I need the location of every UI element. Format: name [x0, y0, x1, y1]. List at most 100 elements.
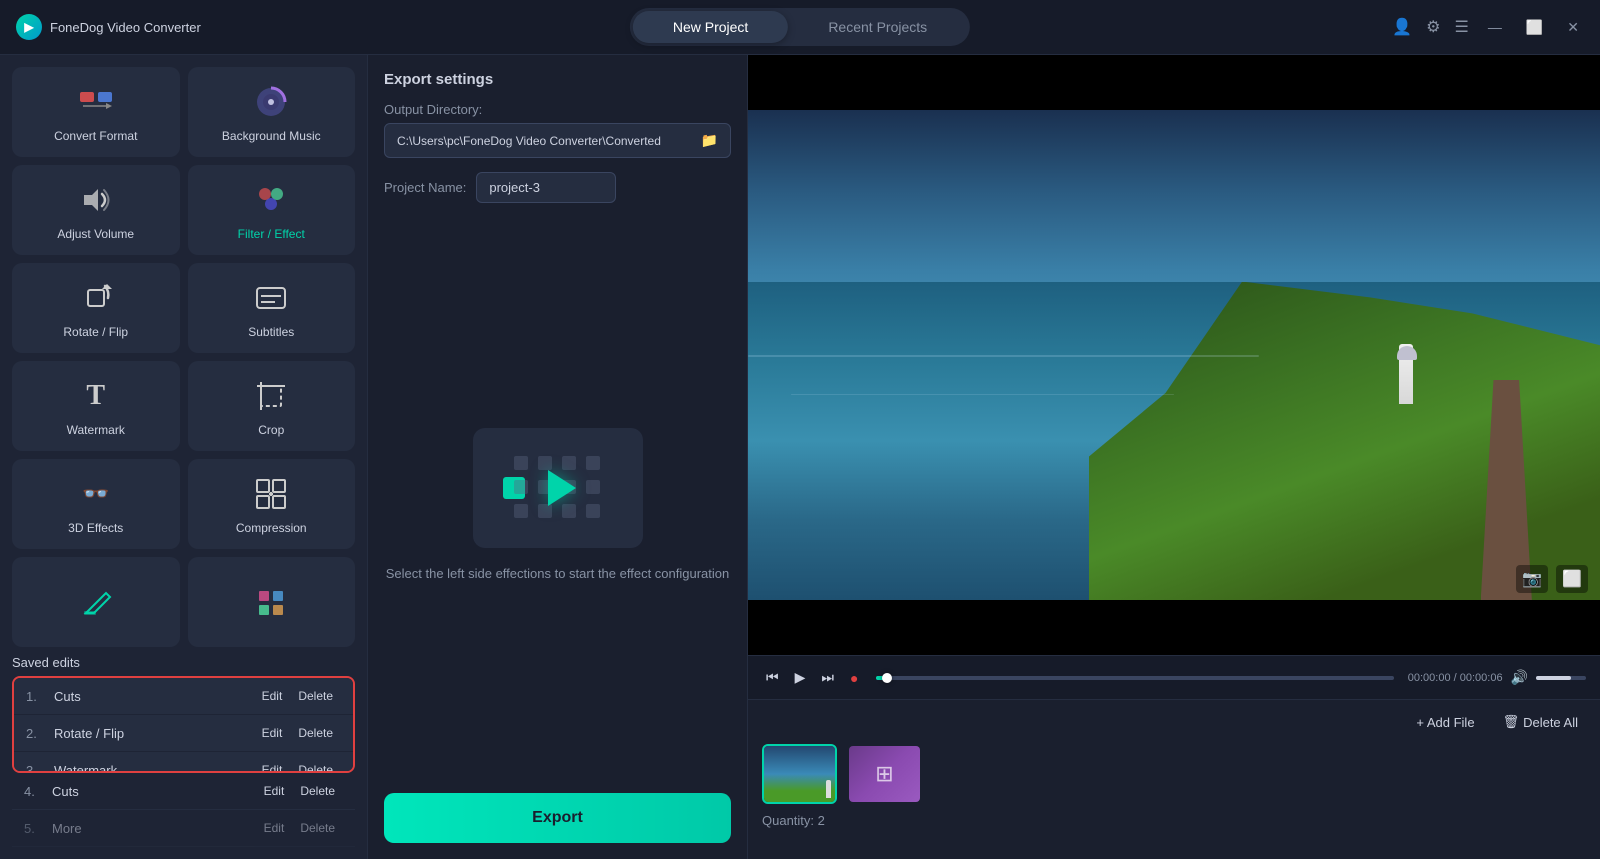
nav-tabs: New Project Recent Projects	[630, 8, 970, 46]
tool-adjust-volume[interactable]: Adjust Volume	[12, 165, 180, 255]
delete-all-button[interactable]: 🗑 Delete All	[1495, 710, 1586, 734]
project-name-input[interactable]	[476, 172, 616, 203]
tool-compression[interactable]: Compression	[188, 459, 356, 549]
tool-11[interactable]	[12, 557, 180, 647]
skip-back-button[interactable]: ⏮	[762, 665, 783, 690]
saved-edit-item-1: 1. Cuts Edit Delete	[14, 678, 353, 715]
main-layout: Convert Format Background Music	[0, 55, 1600, 859]
video-content	[748, 110, 1600, 600]
fullscreen-button[interactable]: ⬜	[1556, 565, 1588, 593]
thumbnail-2[interactable]: ⊞	[847, 744, 922, 804]
maximize-button[interactable]: ⬜	[1521, 17, 1548, 38]
convert-format-label: Convert Format	[54, 129, 137, 143]
video-controls-bar: ⏮ ▶ ⏭ ● 00:00:00 / 00:00:06 🔊	[748, 655, 1600, 699]
edit-btn-4[interactable]: Edit	[256, 782, 293, 800]
edit-name-5: More	[52, 821, 256, 836]
progress-bar[interactable]	[876, 676, 1393, 680]
tool-convert-format[interactable]: Convert Format	[12, 67, 180, 157]
crop-label: Crop	[258, 423, 284, 437]
edit-number-5: 5.	[24, 821, 44, 836]
3d-effects-icon: 👓	[77, 475, 115, 513]
add-file-button[interactable]: + Add File	[1408, 711, 1482, 734]
rotate-flip-icon	[77, 279, 115, 317]
skip-forward-button[interactable]: ⏭	[817, 665, 838, 690]
watermark-label: Watermark	[67, 423, 125, 437]
edit-btn-1[interactable]: Edit	[254, 687, 291, 705]
tool-12-icon	[252, 584, 290, 622]
compression-icon	[252, 475, 290, 513]
tool-12[interactable]	[188, 557, 356, 647]
edit-btn-2[interactable]: Edit	[254, 724, 291, 742]
compression-label: Compression	[236, 521, 307, 535]
record-button[interactable]: ●	[846, 666, 862, 690]
title-bar-actions: 👤 ⚙ ☰ — ⬜ ✕	[1392, 17, 1584, 38]
time-display: 00:00:00 / 00:00:06	[1408, 672, 1503, 684]
thumbnail-1[interactable]	[762, 744, 837, 804]
tool-3d-effects[interactable]: 👓 3D Effects	[12, 459, 180, 549]
water-highlight-1	[748, 355, 1259, 357]
app-logo-icon: ▶	[16, 14, 42, 40]
folder-browse-icon[interactable]: 📁	[701, 132, 718, 149]
tool-11-icon	[77, 584, 115, 622]
quantity-area: Quantity: 2	[762, 812, 1586, 830]
adjust-volume-label: Adjust Volume	[57, 227, 134, 241]
play-button[interactable]: ▶	[791, 665, 810, 690]
effect-placeholder-text: Select the left side effections to start…	[386, 564, 730, 584]
output-path-field[interactable]: C:\Users\pc\FoneDog Video Converter\Conv…	[384, 123, 731, 158]
tab-recent-projects[interactable]: Recent Projects	[788, 11, 967, 43]
delete-all-label: Delete All	[1523, 715, 1578, 730]
user-icon[interactable]: 👤	[1392, 17, 1412, 37]
saved-edits-title: Saved edits	[12, 655, 355, 670]
delete-btn-5[interactable]: Delete	[292, 819, 343, 837]
edit-name-1: Cuts	[54, 689, 254, 704]
crop-icon	[252, 377, 290, 415]
edit-btn-3[interactable]: Edit	[254, 761, 291, 773]
close-button[interactable]: ✕	[1562, 17, 1584, 38]
delete-btn-3[interactable]: Delete	[290, 761, 341, 773]
saved-edits-list: 1. Cuts Edit Delete 2. Rotate / Flip Edi…	[12, 676, 355, 773]
preview-overlay-controls: 📷 ⬜	[1516, 565, 1588, 593]
edit-btn-5[interactable]: Edit	[256, 819, 293, 837]
delete-btn-1[interactable]: Delete	[290, 687, 341, 705]
subtitles-icon	[252, 279, 290, 317]
snapshot-button[interactable]: 📷	[1516, 565, 1548, 593]
volume-icon[interactable]: 🔊	[1511, 669, 1528, 686]
edit-name-3: Watermark	[54, 763, 254, 774]
rotate-flip-label: Rotate / Flip	[63, 325, 128, 339]
saved-edit-item-5: 5. More Edit Delete	[12, 810, 355, 847]
letterbox-bottom	[748, 600, 1600, 655]
thumb-1-scene	[764, 746, 835, 802]
minimize-button[interactable]: —	[1483, 17, 1507, 37]
effect-placeholder: Select the left side effections to start…	[384, 219, 731, 793]
delete-btn-2[interactable]: Delete	[290, 724, 341, 742]
background-music-icon	[252, 83, 290, 121]
quantity-label: Quantity: 2	[762, 813, 825, 828]
tool-crop[interactable]: Crop	[188, 361, 356, 451]
file-list-area: + Add File 🗑 Delete All ⊞	[748, 699, 1600, 859]
play-triangle-icon	[548, 470, 576, 506]
saved-edits-section: Saved edits 1. Cuts Edit Delete 2. Rotat…	[12, 655, 355, 847]
tool-watermark[interactable]: T Watermark	[12, 361, 180, 451]
volume-slider[interactable]	[1536, 676, 1586, 680]
title-bar: ▶ FoneDog Video Converter New Project Re…	[0, 0, 1600, 55]
settings-icon[interactable]: ⚙	[1426, 17, 1440, 37]
video-frame: 📷 ⬜	[748, 55, 1600, 655]
delete-btn-4[interactable]: Delete	[292, 782, 343, 800]
file-list-actions: + Add File 🗑 Delete All	[1408, 710, 1586, 734]
tool-subtitles[interactable]: Subtitles	[188, 263, 356, 353]
tab-new-project[interactable]: New Project	[633, 11, 788, 43]
right-panel: 📷 ⬜ ⏮ ▶ ⏭ ● 00:00:00 / 00:00:06 🔊	[748, 55, 1600, 859]
tool-filter-effect[interactable]: Filter / Effect	[188, 165, 356, 255]
menu-icon[interactable]: ☰	[1454, 17, 1468, 37]
app-logo: ▶ FoneDog Video Converter	[16, 14, 201, 40]
output-directory-label: Output Directory:	[384, 102, 731, 117]
export-button[interactable]: Export	[384, 793, 731, 843]
filter-effect-icon	[252, 181, 290, 219]
letterbox-top	[748, 55, 1600, 110]
filter-effect-label: Filter / Effect	[238, 227, 305, 241]
edit-name-4: Cuts	[52, 784, 256, 799]
tool-rotate-flip[interactable]: Rotate / Flip	[12, 263, 180, 353]
convert-format-icon	[77, 83, 115, 121]
tool-background-music[interactable]: Background Music	[188, 67, 356, 157]
watermark-icon: T	[77, 377, 115, 415]
